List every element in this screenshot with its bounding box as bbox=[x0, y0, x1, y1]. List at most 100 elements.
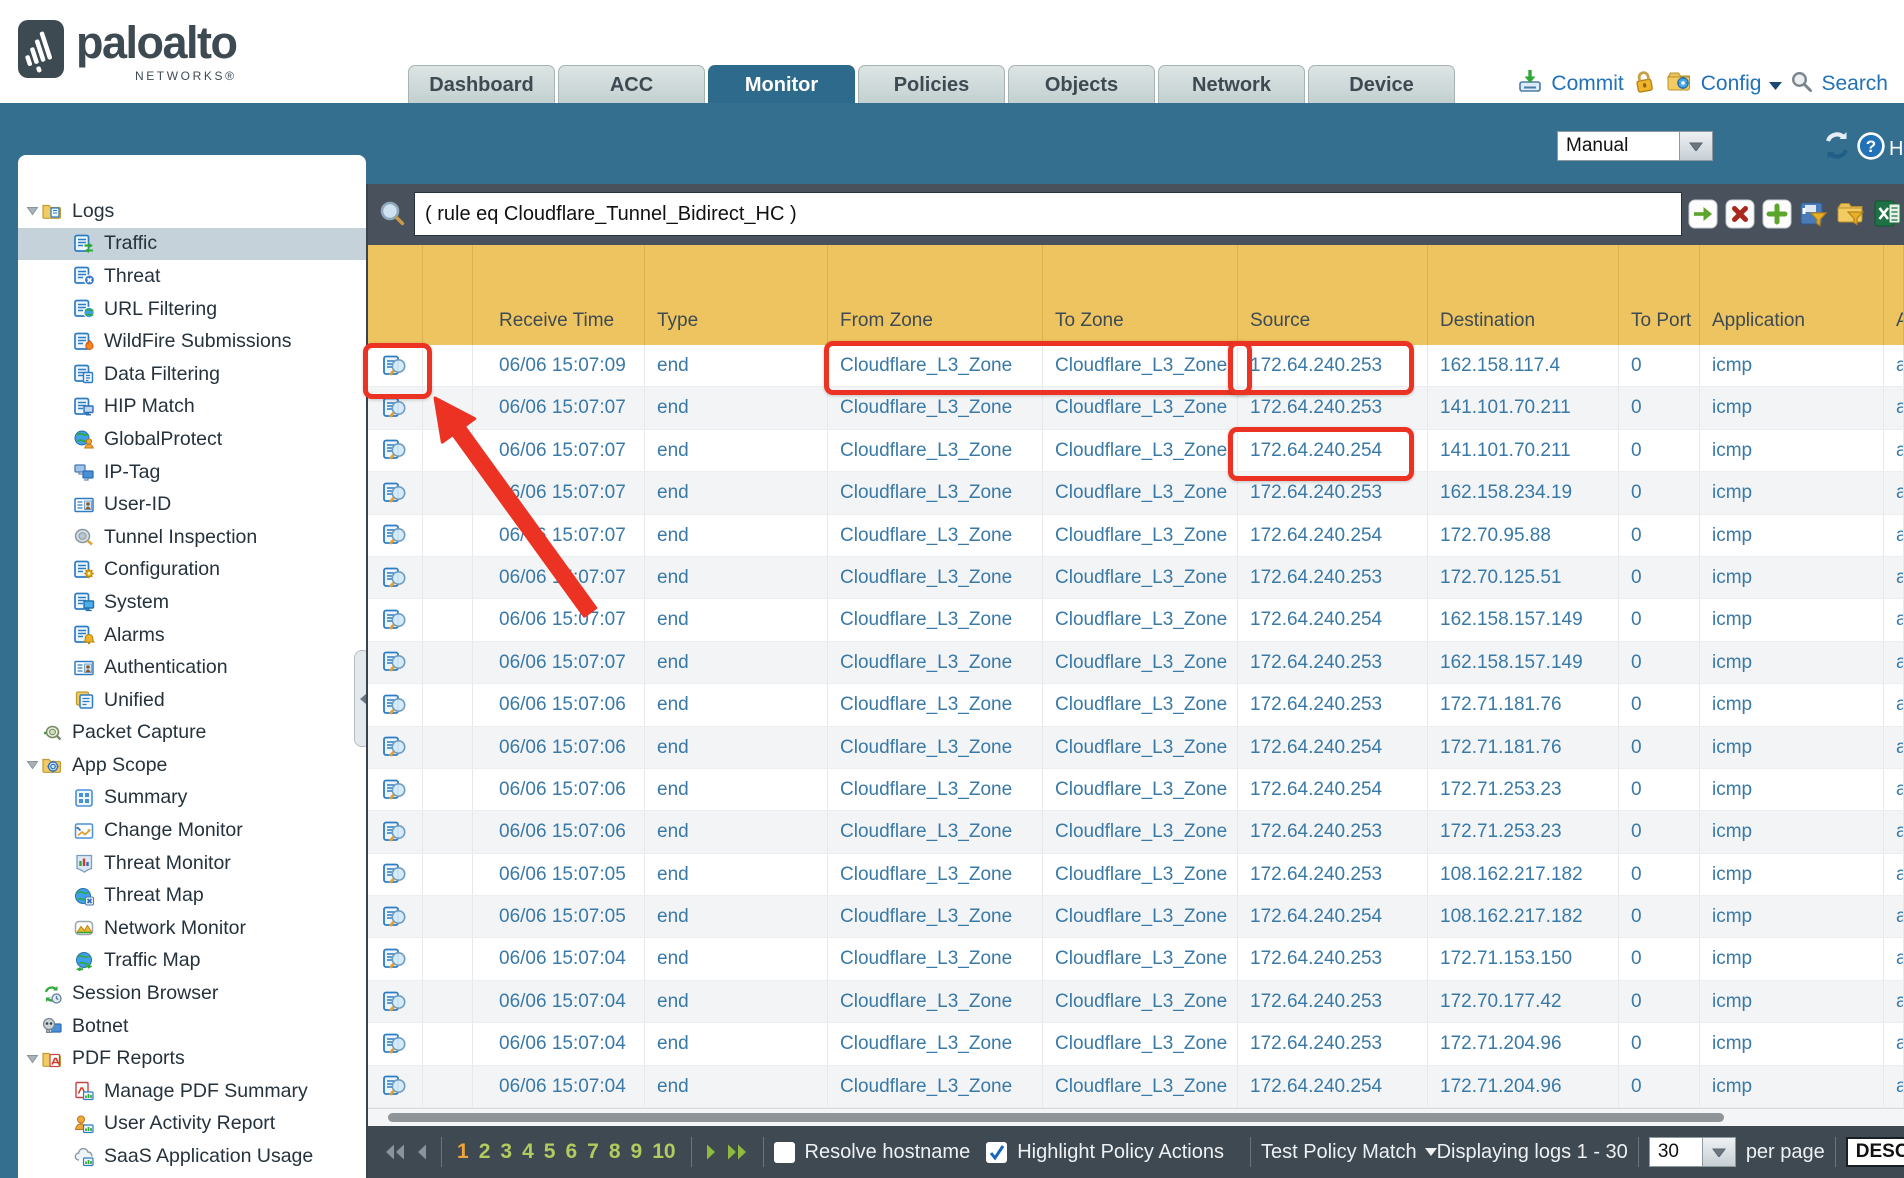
cell-to-zone[interactable]: Cloudflare_L3_Zone bbox=[1043, 1023, 1238, 1064]
sidebar-item-configuration[interactable]: Configuration bbox=[18, 554, 366, 587]
log-detail-icon[interactable] bbox=[382, 991, 408, 1013]
cell-from-zone[interactable]: Cloudflare_L3_Zone bbox=[828, 430, 1043, 471]
cell-destination[interactable]: 172.71.181.76 bbox=[1428, 727, 1619, 768]
filter-query-input[interactable] bbox=[414, 192, 1682, 236]
expander-icon[interactable] bbox=[26, 206, 42, 216]
cell-type[interactable]: end bbox=[645, 769, 828, 810]
cell-type[interactable]: end bbox=[645, 1066, 828, 1107]
cell-receive-time[interactable]: 06/06 15:07:04 bbox=[473, 981, 645, 1022]
cell-receive-time[interactable]: 06/06 15:07:05 bbox=[473, 896, 645, 937]
cell-application[interactable]: icmp bbox=[1700, 981, 1884, 1022]
cell-source[interactable]: 172.64.240.253 bbox=[1238, 1023, 1428, 1064]
cell-receive-time[interactable]: 06/06 15:07:04 bbox=[473, 1066, 645, 1107]
first-page-icon[interactable] bbox=[384, 1143, 406, 1161]
page-number-6[interactable]: 6 bbox=[565, 1140, 577, 1164]
cell-action[interactable]: a bbox=[1884, 727, 1904, 768]
horizontal-scrollbar[interactable] bbox=[368, 1108, 1904, 1126]
cell-receive-time[interactable]: 06/06 15:07:07 bbox=[473, 599, 645, 640]
sidebar-item-saas-application-usage[interactable]: SaaS Application Usage bbox=[18, 1140, 366, 1173]
cell-from-zone[interactable]: Cloudflare_L3_Zone bbox=[828, 854, 1043, 895]
tab-network[interactable]: Network bbox=[1158, 65, 1305, 103]
cell-to-port[interactable]: 0 bbox=[1619, 515, 1700, 556]
cell-destination[interactable]: 141.101.70.211 bbox=[1428, 430, 1619, 471]
cell-receive-time[interactable]: 06/06 15:07:04 bbox=[473, 938, 645, 979]
page-number-8[interactable]: 8 bbox=[609, 1140, 621, 1164]
cell-source[interactable]: 172.64.240.253 bbox=[1238, 854, 1428, 895]
tab-objects[interactable]: Objects bbox=[1008, 65, 1155, 103]
log-detail-icon[interactable] bbox=[382, 1075, 408, 1097]
cell-destination[interactable]: 172.71.153.150 bbox=[1428, 938, 1619, 979]
cell-application[interactable]: icmp bbox=[1700, 345, 1884, 386]
cell-from-zone[interactable]: Cloudflare_L3_Zone bbox=[828, 938, 1043, 979]
cell-from-zone[interactable]: Cloudflare_L3_Zone bbox=[828, 684, 1043, 725]
cell-type[interactable]: end bbox=[645, 854, 828, 895]
column-header-detail[interactable] bbox=[368, 245, 423, 345]
cell-from-zone[interactable]: Cloudflare_L3_Zone bbox=[828, 557, 1043, 598]
cell-source[interactable]: 172.64.240.254 bbox=[1238, 599, 1428, 640]
cell-to-port[interactable]: 0 bbox=[1619, 684, 1700, 725]
refresh-mode-arrow-icon[interactable] bbox=[1680, 131, 1713, 161]
cell-destination[interactable]: 172.71.253.23 bbox=[1428, 811, 1619, 852]
log-detail-icon[interactable] bbox=[382, 567, 408, 589]
cell-application[interactable]: icmp bbox=[1700, 430, 1884, 471]
cell-from-zone[interactable]: Cloudflare_L3_Zone bbox=[828, 642, 1043, 683]
cell-to-zone[interactable]: Cloudflare_L3_Zone bbox=[1043, 811, 1238, 852]
cell-destination[interactable]: 162.158.157.149 bbox=[1428, 642, 1619, 683]
cell-from-zone[interactable]: Cloudflare_L3_Zone bbox=[828, 727, 1043, 768]
page-number-9[interactable]: 9 bbox=[631, 1140, 643, 1164]
cell-to-port[interactable]: 0 bbox=[1619, 345, 1700, 386]
cell-source[interactable]: 172.64.240.253 bbox=[1238, 642, 1428, 683]
cell-type[interactable]: end bbox=[645, 557, 828, 598]
cell-from-zone[interactable]: Cloudflare_L3_Zone bbox=[828, 981, 1043, 1022]
config-button[interactable]: Config bbox=[1701, 72, 1762, 96]
cell-application[interactable]: icmp bbox=[1700, 557, 1884, 598]
commit-button[interactable]: Commit bbox=[1551, 72, 1623, 96]
cell-application[interactable]: icmp bbox=[1700, 515, 1884, 556]
cell-to-zone[interactable]: Cloudflare_L3_Zone bbox=[1043, 515, 1238, 556]
per-page-value[interactable]: 30 bbox=[1649, 1137, 1703, 1167]
sidebar-item-packet-capture[interactable]: Packet Capture bbox=[18, 717, 366, 750]
lock-icon[interactable] bbox=[1632, 69, 1658, 100]
last-page-icon[interactable] bbox=[727, 1143, 749, 1161]
per-page-select[interactable]: 30 bbox=[1649, 1137, 1736, 1167]
cell-action[interactable]: a bbox=[1884, 387, 1904, 428]
cell-destination[interactable]: 108.162.217.182 bbox=[1428, 896, 1619, 937]
cell-receive-time[interactable]: 06/06 15:07:07 bbox=[473, 515, 645, 556]
cell-source[interactable]: 172.64.240.254 bbox=[1238, 727, 1428, 768]
column-header-from-zone[interactable]: From Zone bbox=[828, 245, 1043, 345]
cell-to-port[interactable]: 0 bbox=[1619, 599, 1700, 640]
cell-to-zone[interactable]: Cloudflare_L3_Zone bbox=[1043, 896, 1238, 937]
cell-type[interactable]: end bbox=[645, 896, 828, 937]
cell-from-zone[interactable]: Cloudflare_L3_Zone bbox=[828, 1023, 1043, 1064]
page-number-1[interactable]: 1 bbox=[457, 1140, 469, 1164]
sidebar-item-traffic[interactable]: Traffic bbox=[18, 228, 366, 261]
cell-to-zone[interactable]: Cloudflare_L3_Zone bbox=[1043, 727, 1238, 768]
cell-from-zone[interactable]: Cloudflare_L3_Zone bbox=[828, 769, 1043, 810]
cell-type[interactable]: end bbox=[645, 938, 828, 979]
cell-action[interactable]: a bbox=[1884, 811, 1904, 852]
cell-destination[interactable]: 162.158.117.4 bbox=[1428, 345, 1619, 386]
help-link[interactable]: ? Help bbox=[1856, 131, 1904, 167]
log-detail-icon[interactable] bbox=[382, 524, 408, 546]
cell-receive-time[interactable]: 06/06 15:07:06 bbox=[473, 684, 645, 725]
sidebar-item-unified[interactable]: Unified bbox=[18, 684, 366, 717]
cell-receive-time[interactable]: 06/06 15:07:06 bbox=[473, 769, 645, 810]
cell-destination[interactable]: 108.162.217.182 bbox=[1428, 854, 1619, 895]
cell-destination[interactable]: 162.158.234.19 bbox=[1428, 472, 1619, 513]
expander-icon[interactable] bbox=[26, 760, 42, 770]
cell-to-port[interactable]: 0 bbox=[1619, 1066, 1700, 1107]
cell-source[interactable]: 172.64.240.254 bbox=[1238, 1066, 1428, 1107]
cell-to-port[interactable]: 0 bbox=[1619, 938, 1700, 979]
cell-to-port[interactable]: 0 bbox=[1619, 896, 1700, 937]
cell-to-zone[interactable]: Cloudflare_L3_Zone bbox=[1043, 854, 1238, 895]
cell-source[interactable]: 172.64.240.254 bbox=[1238, 896, 1428, 937]
log-detail-icon[interactable] bbox=[382, 439, 408, 461]
cell-source[interactable]: 172.64.240.254 bbox=[1238, 769, 1428, 810]
sidebar-item-change-monitor[interactable]: Change Monitor bbox=[18, 814, 366, 847]
cell-from-zone[interactable]: Cloudflare_L3_Zone bbox=[828, 345, 1043, 386]
sidebar-item-network-monitor[interactable]: Network Monitor bbox=[18, 912, 366, 945]
log-detail-icon[interactable] bbox=[382, 1033, 408, 1055]
cell-from-zone[interactable]: Cloudflare_L3_Zone bbox=[828, 896, 1043, 937]
cell-to-port[interactable]: 0 bbox=[1619, 1023, 1700, 1064]
cell-receive-time[interactable]: 06/06 15:07:04 bbox=[473, 1023, 645, 1064]
